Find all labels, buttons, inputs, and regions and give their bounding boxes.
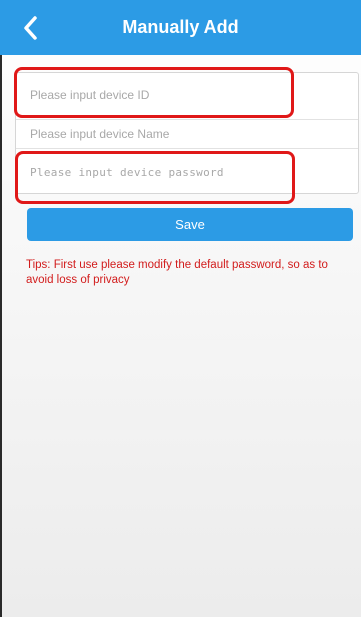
window-edge [0,0,2,617]
device-name-input[interactable] [16,119,358,149]
save-button[interactable]: Save [27,208,353,241]
device-form [15,72,359,194]
device-password-input[interactable] [16,151,358,193]
chevron-left-icon [24,16,37,40]
header-bar: Manually Add [0,0,361,55]
page-title: Manually Add [122,17,239,37]
back-button[interactable] [10,8,50,48]
device-id-input[interactable] [16,73,358,117]
privacy-tip: Tips: First use please modify the defaul… [26,259,328,286]
manually-add-screen: Manually Add Save Tips: First use please… [0,0,361,617]
